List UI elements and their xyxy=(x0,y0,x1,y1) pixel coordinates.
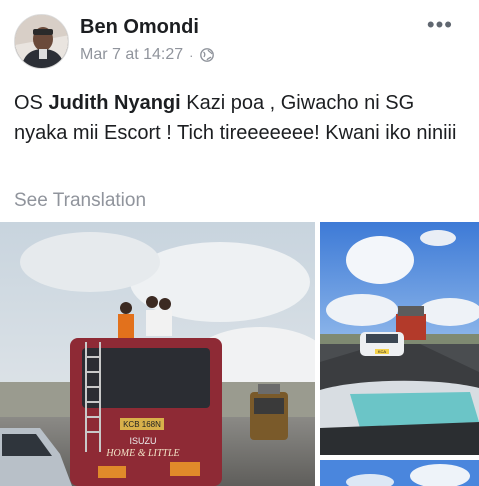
author-avatar[interactable] xyxy=(14,14,69,69)
post-photo-road[interactable]: KCA xyxy=(320,222,479,455)
mention-link[interactable]: Judith Nyangi xyxy=(48,92,180,114)
see-translation-link[interactable]: See Translation xyxy=(14,190,146,212)
bus-sign: KCB 168N xyxy=(123,420,161,429)
post-text-prefix: OS xyxy=(14,92,49,114)
globe-icon[interactable] xyxy=(199,48,214,62)
post-text: OS Judith Nyangi Kazi poa , Giwacho ni S… xyxy=(14,88,469,148)
post-photo-main[interactable]: KCB 168N ISUZU HOME & LITTLE xyxy=(0,222,315,486)
car-plate: KCA xyxy=(378,349,387,354)
post-photo-sky[interactable] xyxy=(320,460,479,486)
post-timestamp[interactable]: Mar 7 at 14:27 xyxy=(80,46,183,64)
author-name[interactable]: Ben Omondi xyxy=(80,16,199,39)
more-options-button[interactable]: ••• xyxy=(427,14,453,36)
post-meta: Mar 7 at 14:27 · xyxy=(80,46,214,64)
meta-separator: · xyxy=(189,47,194,63)
bus-script: HOME & LITTLE xyxy=(105,448,179,459)
bus-brand: ISUZU xyxy=(130,436,157,446)
